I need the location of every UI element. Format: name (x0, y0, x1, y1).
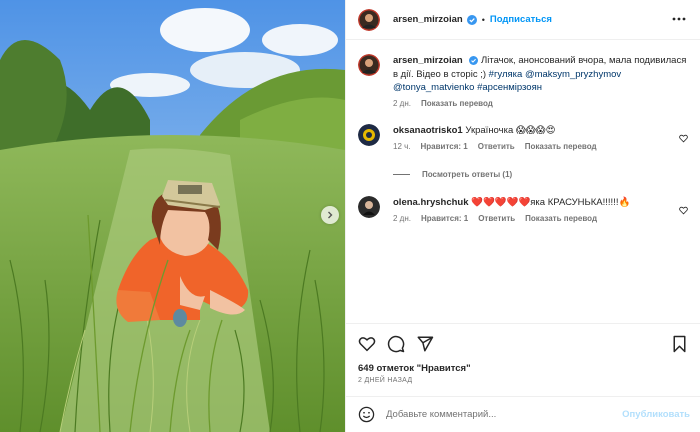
comment-input[interactable] (386, 409, 616, 420)
translate-button[interactable]: Показать перевод (525, 142, 597, 151)
comment-avatar[interactable] (358, 196, 380, 218)
publish-button[interactable]: Опубликовать (622, 409, 690, 420)
caption-username[interactable]: arsen_mirzoian (393, 55, 463, 66)
follow-button[interactable]: Подписаться (490, 14, 552, 25)
post-header: arsen_mirzoian • Подписаться (346, 0, 700, 40)
share-icon[interactable] (416, 335, 434, 353)
caption-time[interactable]: 2 дн. (393, 99, 411, 108)
verified-icon (469, 55, 479, 65)
avatar-image (358, 54, 380, 76)
post-photo[interactable] (0, 0, 345, 432)
separator-dot: • (481, 14, 485, 25)
comment-text-block: olena.hryshchuk ❤️❤️❤️❤️❤️яка КРАСУНЬКА!… (393, 196, 688, 210)
view-replies-label: Посмотреть ответы (1) (422, 170, 513, 179)
more-icon[interactable] (672, 12, 686, 26)
mention-link[interactable]: @tonya_matvienko (393, 82, 474, 93)
comment-composer: Опубликовать (346, 396, 700, 432)
hashtag-link[interactable]: #арсенмірзоян (477, 82, 542, 93)
hashtag-link[interactable]: #гуляка (489, 69, 523, 80)
comment-time[interactable]: 2 дн. (393, 214, 411, 223)
post-side-panel: arsen_mirzoian • Подписаться arsen_mirzo… (345, 0, 700, 432)
comment-like-heart-icon[interactable] (679, 134, 688, 143)
next-photo-button[interactable] (321, 206, 339, 224)
avatar[interactable] (358, 8, 380, 31)
bookmark-icon[interactable] (671, 335, 688, 353)
likes-count[interactable]: 649 отметок "Нравится" (358, 363, 471, 374)
caption-meta: 2 дн. Показать перевод (393, 99, 688, 108)
comment-item: olena.hryshchuk ❤️❤️❤️❤️❤️яка КРАСУНЬКА!… (358, 196, 688, 223)
action-bar (346, 323, 700, 363)
chevron-right-icon (328, 211, 333, 219)
comment-item: oksanaotrisko1 Україночка 😱😱😱😍 12 ч. Нра… (358, 124, 688, 151)
reply-button[interactable]: Ответить (478, 214, 515, 223)
instagram-post: arsen_mirzoian • Подписаться arsen_mirzo… (0, 0, 700, 432)
heart-icon[interactable] (358, 335, 376, 353)
photo-scene (0, 0, 345, 432)
comment-icon[interactable] (387, 335, 405, 353)
translate-button[interactable]: Показать перевод (525, 214, 597, 223)
avatar-image (358, 8, 380, 31)
comment-like-heart-icon[interactable] (679, 206, 688, 215)
avatar-image (358, 124, 380, 146)
comment-meta: 2 дн. Нравится: 1 Ответить Показать пере… (393, 214, 688, 223)
reply-button[interactable]: Ответить (478, 142, 515, 151)
comment-username[interactable]: olena.hryshchuk (393, 197, 469, 208)
avatar-image (358, 196, 380, 218)
comment-text-block: oksanaotrisko1 Україночка 😱😱😱😍 (393, 124, 688, 138)
caption-text-block: arsen_mirzoian Літачок, анонсований вчор… (393, 54, 688, 95)
verified-icon (466, 14, 477, 25)
comment-username[interactable]: oksanaotrisko1 (393, 125, 463, 136)
post-caption: arsen_mirzoian Літачок, анонсований вчор… (358, 54, 688, 108)
caption-avatar[interactable] (358, 54, 380, 76)
replies-divider-line (393, 174, 410, 175)
comment-avatar[interactable] (358, 124, 380, 146)
comment-meta: 12 ч. Нравится: 1 Ответить Показать пере… (393, 142, 688, 151)
comment-time[interactable]: 12 ч. (393, 142, 411, 151)
mention-link[interactable]: @maksym_pryzhymov (525, 69, 621, 80)
emoji-icon[interactable] (358, 406, 375, 423)
view-replies-button[interactable]: Посмотреть ответы (1) (393, 170, 512, 179)
post-date[interactable]: 2 ДНЕЙ НАЗАД (358, 377, 412, 384)
comment-text: ❤️❤️❤️❤️❤️яка КРАСУНЬКА!!!!!!🔥 (471, 197, 631, 208)
comment-likes[interactable]: Нравится: 1 (421, 214, 468, 223)
translate-button[interactable]: Показать перевод (421, 99, 493, 108)
header-username[interactable]: arsen_mirzoian (393, 14, 463, 25)
comment-likes[interactable]: Нравится: 1 (421, 142, 468, 151)
comment-text: Україночка 😱😱😱😍 (465, 125, 556, 136)
